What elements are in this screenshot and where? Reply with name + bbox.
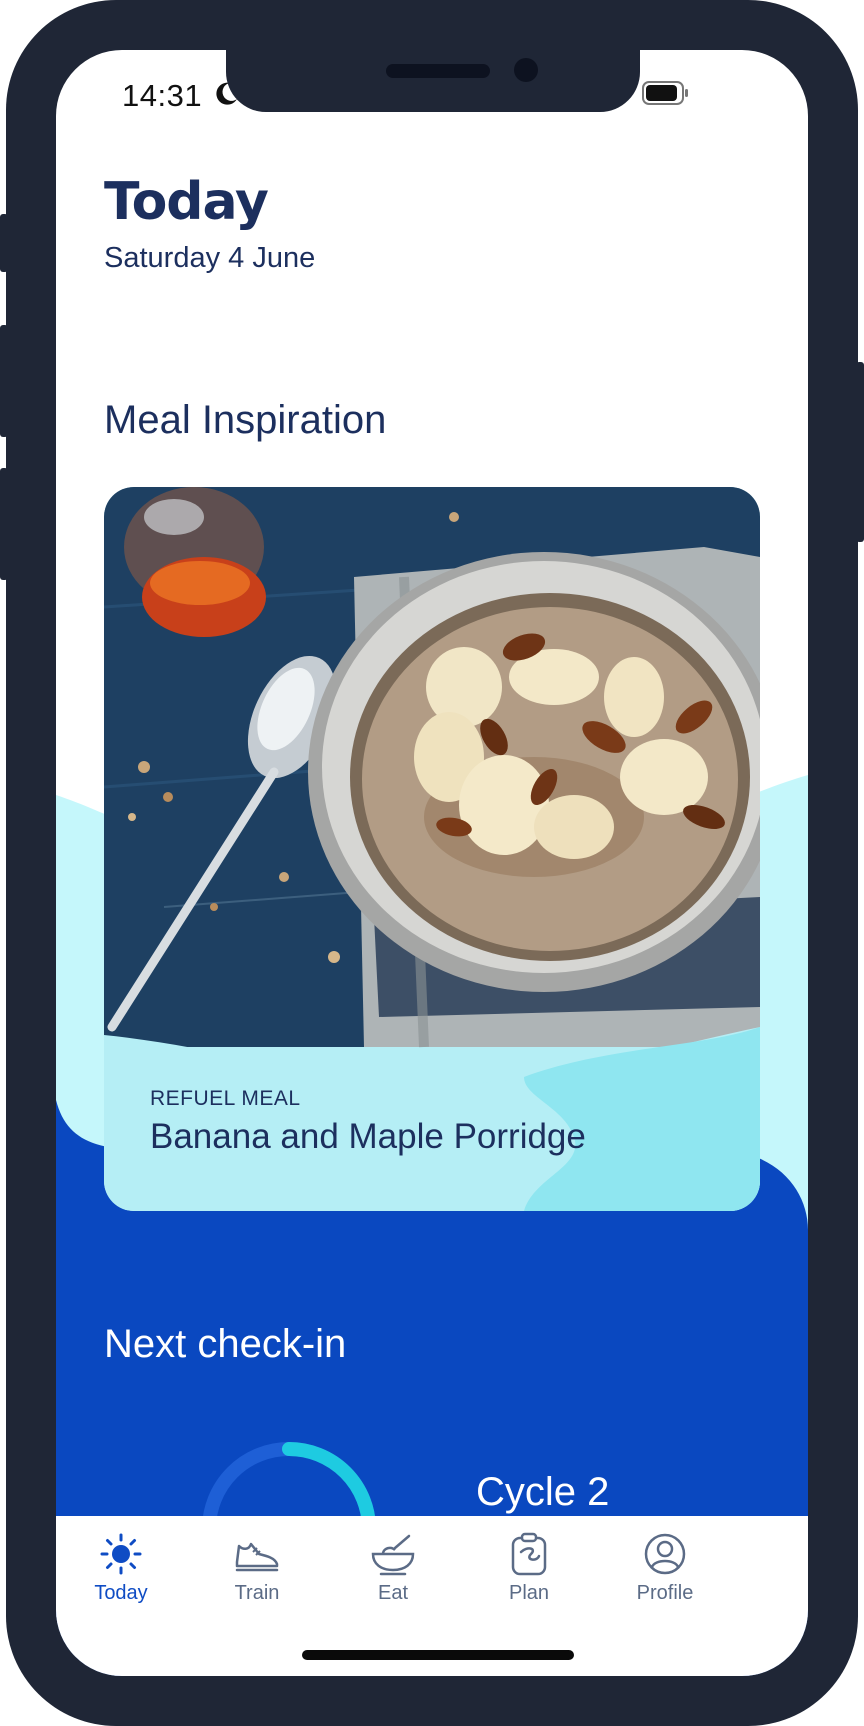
tab-train-label: Train [234, 1582, 280, 1604]
page-date: Saturday 4 June [104, 242, 316, 274]
tab-today-label: Today [94, 1582, 148, 1604]
tab-profile-label: Profile [636, 1582, 694, 1604]
home-indicator[interactable] [302, 1650, 574, 1660]
tab-profile[interactable]: Profile [610, 1532, 720, 1622]
tab-eat-label: Eat [377, 1582, 409, 1604]
meal-card-label: REFUEL MEAL [150, 1087, 301, 1110]
meal-card-title: Banana and Maple Porridge [150, 1117, 586, 1156]
mute-switch [0, 214, 8, 272]
phone-device: 14:31 Today Saturday 4 June Meal Inspira… [0, 0, 864, 1726]
page-title: Today [104, 172, 269, 232]
tab-eat[interactable]: Eat [338, 1532, 448, 1622]
notch [226, 50, 640, 112]
tab-plan[interactable]: Plan [474, 1532, 584, 1622]
person-icon [644, 1533, 686, 1575]
next-checkin-heading: Next check-in [104, 1322, 347, 1366]
meal-card[interactable]: REFUEL MEAL Banana and Maple Porridge [104, 487, 760, 1211]
volume-up-button [0, 325, 8, 437]
bowl-icon [371, 1534, 415, 1576]
status-time: 14:31 [122, 78, 203, 113]
speaker [386, 64, 490, 78]
battery-icon [642, 81, 688, 105]
volume-down-button [0, 468, 8, 580]
tab-plan-label: Plan [508, 1582, 550, 1604]
power-button [856, 362, 864, 542]
sun-icon [100, 1533, 142, 1575]
clipboard-icon [511, 1532, 547, 1576]
meal-inspiration-heading: Meal Inspiration [104, 398, 387, 442]
screen: 14:31 Today Saturday 4 June Meal Inspira… [56, 50, 808, 1676]
shoe-icon [235, 1542, 279, 1572]
tab-today[interactable]: Today [66, 1532, 176, 1622]
tab-train[interactable]: Train [202, 1532, 312, 1622]
cycle-label[interactable]: Cycle 2 [476, 1470, 609, 1515]
front-camera [514, 58, 538, 82]
